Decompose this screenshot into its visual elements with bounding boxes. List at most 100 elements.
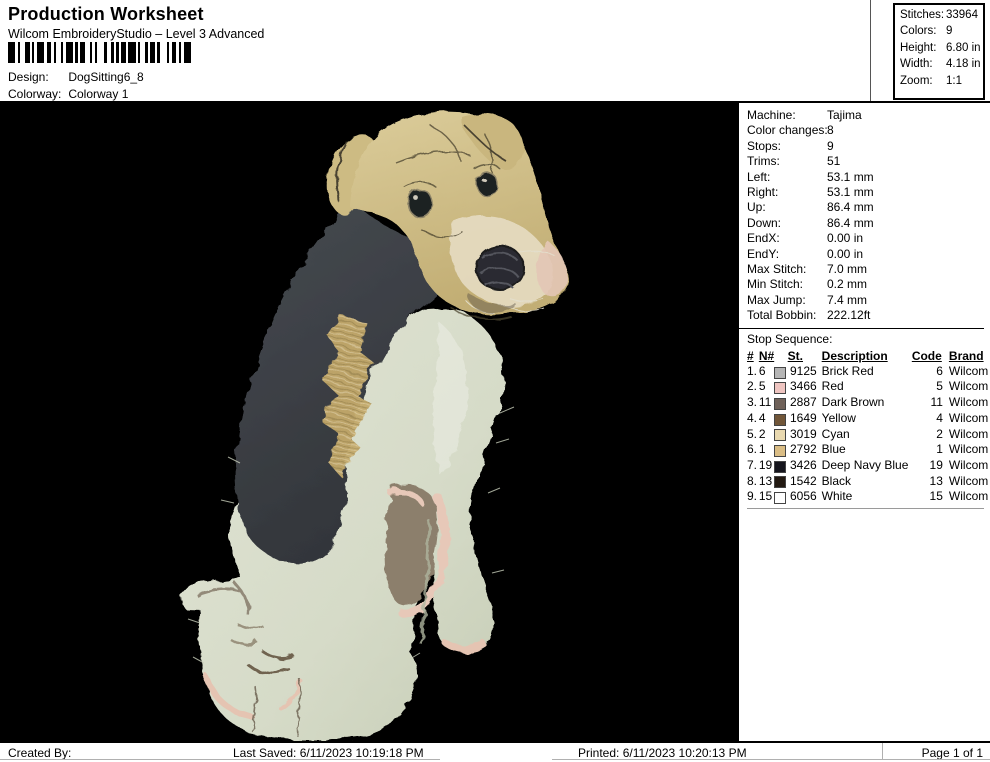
design-label: Design: [8, 70, 49, 84]
row-number: 1. [747, 363, 758, 378]
stitch-count: 2792 [789, 442, 817, 457]
thread-description: Deep Navy Blue [821, 457, 909, 472]
col-header-description: Description [821, 348, 888, 363]
thread-color-swatch [774, 366, 787, 379]
dog-nose [475, 245, 525, 291]
thread-swatch [774, 395, 787, 411]
thread-description: Brick Red [821, 363, 874, 378]
detail-total-bobbin: Total Bobbin: 222.12ft [747, 308, 871, 323]
barcode-bar [183, 42, 191, 63]
thread-brand: Wilcom [948, 426, 989, 441]
needle-number: 19 [758, 457, 773, 472]
needle-number: 5 [758, 379, 766, 394]
thread-description: White [821, 489, 853, 504]
stitch-count: 2887 [789, 395, 817, 410]
row-number: 6. [747, 442, 758, 457]
needle-number: 15 [758, 489, 773, 504]
col-header-st: St. [787, 348, 803, 363]
last-saved-text: Last Saved: 6/11/2023 10:19:18 PM [233, 746, 424, 760]
col-header-code: Code [911, 348, 942, 363]
stop-sequence-row: 9. 15 6056 White 15 Wilcom [747, 489, 990, 505]
col-header-num: # [747, 348, 754, 363]
thread-color-swatch [774, 382, 787, 395]
thread-description: Dark Brown [821, 395, 885, 410]
stop-sequence-row: 2. 5 3466 Red 5 Wilcom [747, 379, 990, 395]
footer: Created By: Last Saved: 6/11/2023 10:19:… [0, 741, 990, 762]
barcode-bar [128, 42, 136, 63]
detail-trims: Trims: 51 [747, 154, 841, 169]
detail-color-changes: Color changes:8 [747, 123, 834, 138]
stop-sequence-row: 5. 2 3019 Cyan 2 Wilcom [747, 427, 990, 443]
thread-swatch [774, 489, 787, 505]
barcode-bar [65, 42, 73, 63]
detail-stops: Stops: 9 [747, 138, 834, 153]
printed-text: Printed: 6/11/2023 10:20:13 PM [578, 746, 747, 760]
detail-up: Up: 86.4 mm [747, 200, 874, 215]
created-by-label: Created By: [8, 746, 72, 760]
thread-description: Yellow [821, 410, 856, 425]
thread-swatch [774, 379, 787, 395]
thread-code: 4 [936, 410, 943, 425]
page-title: Production Worksheet [8, 4, 204, 24]
stop-sequence-row: 1. 6 9125 Brick Red 6 Wilcom [747, 364, 990, 380]
stat-colors: Colors: 9 [900, 25, 953, 38]
design-row: Design: DogSitting6_8 [8, 70, 144, 84]
stitch-count: 3466 [789, 379, 817, 394]
thread-color-swatch [774, 397, 787, 410]
stop-sequence-title: Stop Sequence: [747, 331, 833, 346]
thread-color-swatch [774, 476, 787, 489]
needle-number: 11 [758, 395, 772, 410]
stitch-count: 3426 [789, 457, 817, 472]
barcode-bar [97, 42, 105, 63]
thread-description: Red [821, 379, 844, 394]
row-number: 7. [747, 457, 758, 472]
thread-brand: Wilcom [948, 489, 989, 504]
footer-rule-right [552, 759, 990, 760]
footer-divider [882, 743, 883, 759]
row-number: 3. [747, 395, 758, 410]
thread-color-swatch [774, 429, 787, 442]
col-header-n: N# [758, 348, 775, 363]
detail-down: Down: 86.4 mm [747, 215, 874, 230]
thread-brand: Wilcom [948, 473, 989, 488]
needle-number: 1 [758, 442, 766, 457]
header: Production Worksheet Wilcom EmbroiderySt… [0, 0, 990, 103]
stitch-count: 3019 [789, 426, 817, 441]
stat-height: Height: 6.80 in [900, 41, 981, 54]
stop-sequence-row: 8. 13 1542 Black 13 Wilcom [747, 474, 990, 490]
detail-left: Left: 53.1 mm [747, 169, 874, 184]
detail-max-jump: Max Jump: 7.4 mm [747, 292, 868, 307]
stitch-count: 1649 [789, 410, 817, 425]
thread-color-swatch [774, 460, 787, 473]
stitch-count: 1542 [789, 473, 817, 488]
col-header-brand: Brand [948, 348, 984, 363]
needle-number: 2 [758, 426, 766, 441]
detail-endx: EndX: 0.00 in [747, 231, 864, 246]
thread-swatch [774, 458, 787, 474]
detail-max-stitch: Max Stitch: 7.0 mm [747, 262, 868, 277]
stat-zoom: Zoom: 1:1 [900, 74, 962, 87]
thread-description: Blue [821, 442, 846, 457]
thread-swatch [774, 427, 787, 443]
stop-sequence-row: 4. 4 1649 Yellow 4 Wilcom [747, 411, 990, 427]
stop-sequence-row: 6. 1 2792 Blue 1 Wilcom [747, 442, 990, 458]
row-number: 4. [747, 410, 758, 425]
detail-right: Right: 53.1 mm [747, 185, 874, 200]
stitch-count: 6056 [789, 489, 817, 504]
stitch-count: 9125 [789, 363, 817, 378]
stat-width: Width: 4.18 in [900, 58, 981, 71]
row-number: 8. [747, 473, 758, 488]
thread-code: 19 [929, 457, 943, 472]
thread-code: 6 [936, 363, 943, 378]
row-number: 5. [747, 426, 758, 441]
thread-brand: Wilcom [948, 457, 989, 472]
row-number: 2. [747, 379, 758, 394]
thread-brand: Wilcom [948, 395, 989, 410]
thread-color-swatch [774, 413, 787, 426]
detail-machine: Machine: Tajima [747, 108, 862, 122]
thread-swatch [774, 364, 787, 380]
thread-code: 13 [929, 473, 943, 488]
design-stats-box: Stitches: 33964 Colors: 9 Height: 6.80 in W… [893, 3, 985, 100]
thread-description: Cyan [821, 426, 850, 441]
dog-leg-fold [384, 485, 439, 606]
